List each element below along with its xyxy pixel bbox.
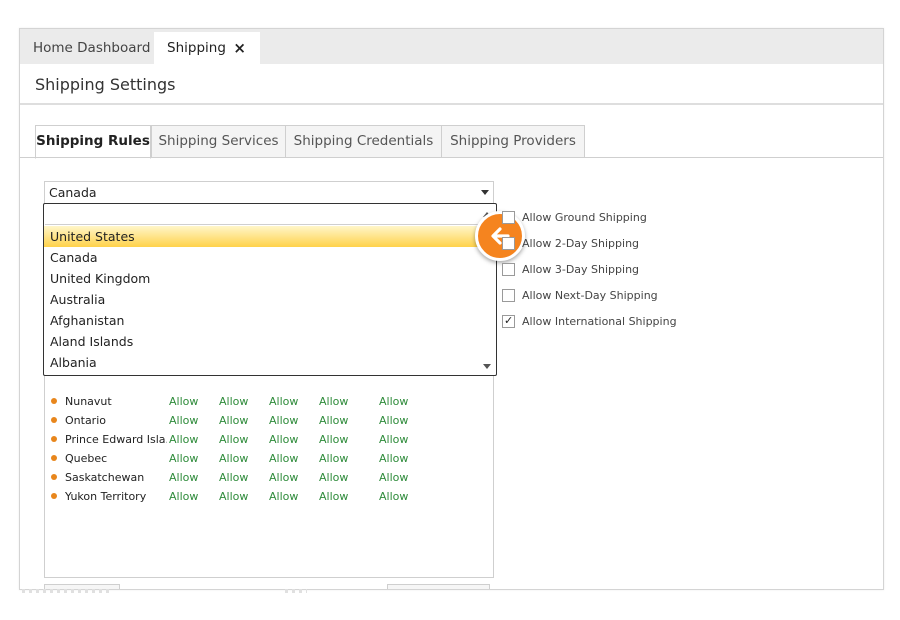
dropdown-filter-field[interactable] [45,206,482,225]
dropdown-option-afghanistan[interactable]: Afghanistan [44,310,484,331]
checkbox-3-day-shipping[interactable] [502,263,515,276]
allow-link[interactable]: Allow [169,490,198,503]
allow-link[interactable]: Allow [219,452,248,465]
allow-link[interactable]: Allow [379,490,408,503]
tab-shipping-credentials[interactable]: Shipping Credentials [285,125,442,158]
option-2-day-shipping: Allow 2-Day Shipping [502,235,722,253]
allow-link[interactable]: Allow [379,395,408,408]
option-label: Allow Ground Shipping [522,211,647,224]
allow-link[interactable]: Allow [319,452,348,465]
tab-label: Home Dashboard [33,40,151,56]
table-row: Saskatchewan Allow Allow Allow Allow Allow [45,469,485,488]
dropdown-option-aland-islands[interactable]: Aland Islands [44,331,484,352]
allow-link[interactable]: Allow [269,414,298,427]
tab-label: Shipping [167,40,226,56]
province-name: Yukon Territory [65,490,147,503]
bullet-icon [51,474,57,480]
chevron-down-icon[interactable] [481,190,489,195]
option-3-day-shipping: Allow 3-Day Shipping [502,261,722,279]
province-name: Saskatchewan [65,471,145,484]
document-tab-bar: Home Dashboard Shipping × [20,29,883,64]
allow-link[interactable]: Allow [379,414,408,427]
allow-link[interactable]: Allow [219,395,248,408]
bullet-icon [51,398,57,404]
option-next-day-shipping: Allow Next-Day Shipping [502,287,722,305]
allow-link[interactable]: Allow [269,471,298,484]
province-name: Prince Edward Isla... [65,433,167,446]
tab-shipping[interactable]: Shipping × [154,32,260,64]
allow-link[interactable]: Allow [219,471,248,484]
table-row: Quebec Allow Allow Allow Allow Allow [45,450,485,469]
table-row: Prince Edward Isla... Allow Allow Allow Allo… [45,431,485,450]
province-name: Ontario [65,414,106,427]
checkbox-international-shipping[interactable] [502,314,515,328]
dropdown-option-australia[interactable]: Australia [44,289,484,310]
scroll-down-icon[interactable] [483,364,491,369]
option-label: Allow International Shipping [522,315,677,328]
dropdown-option-united-states[interactable]: United States [44,226,484,247]
allow-link[interactable]: Allow [379,471,408,484]
tab-shipping-services[interactable]: Shipping Services [151,125,286,158]
allow-link[interactable]: Allow [169,433,198,446]
allow-link[interactable]: Allow [219,490,248,503]
country-dropdown-list[interactable]: United States Canada United Kingdom Aust… [43,203,497,376]
allow-link[interactable]: Allow [319,395,348,408]
allow-link[interactable]: Allow [269,433,298,446]
allow-link[interactable]: Allow [319,433,348,446]
bullet-icon [51,493,57,499]
dropdown-option-albania[interactable]: Albania [44,352,484,373]
table-row: Ontario Allow Allow Allow Allow Allow [45,412,485,431]
option-international-shipping: Allow International Shipping [502,313,722,331]
divider [20,157,883,158]
option-label: Allow 3-Day Shipping [522,263,640,276]
bullet-icon [51,417,57,423]
tab-home-dashboard[interactable]: Home Dashboard [20,32,153,64]
allow-link[interactable]: Allow [379,433,408,446]
checkbox-2-day-shipping[interactable] [502,237,515,250]
table-row: Yukon Territory Allow Allow Allow Allow Allow [45,488,485,507]
allow-link[interactable]: Allow [169,471,198,484]
checkbox-next-day-shipping[interactable] [502,289,515,302]
bullet-icon [51,436,57,442]
province-name: Quebec [65,452,108,465]
shipping-window: Home Dashboard Shipping × Shipping Setti… [19,28,884,590]
footer-fragment [22,589,112,593]
tab-shipping-providers[interactable]: Shipping Providers [441,125,585,158]
allow-link[interactable]: Allow [169,395,198,408]
option-label: Allow Next-Day Shipping [522,289,658,302]
close-icon[interactable]: × [233,32,246,64]
dropdown-option-canada[interactable]: Canada [44,247,484,268]
allow-link[interactable]: Allow [219,414,248,427]
page-title: Shipping Settings [35,75,176,94]
allow-link[interactable]: Allow [269,490,298,503]
option-ground-shipping: Allow Ground Shipping [502,209,722,227]
dropdown-options: United States Canada United Kingdom Aust… [44,226,484,376]
footer-fragment [285,589,307,593]
country-select-value: Canada [49,185,97,200]
allow-link[interactable]: Allow [269,395,298,408]
allow-link[interactable]: Allow [319,490,348,503]
divider [20,103,883,105]
table-row: Nunavut Allow Allow Allow Allow Allow [45,393,485,412]
dropdown-option-united-kingdom[interactable]: United Kingdom [44,268,484,289]
allow-link[interactable]: Allow [319,414,348,427]
grid-button-right[interactable] [387,584,490,589]
allow-link[interactable]: Allow [269,452,298,465]
option-label: Allow 2-Day Shipping [522,237,640,250]
country-select[interactable]: Canada [44,181,494,204]
allow-link[interactable]: Allow [169,452,198,465]
allow-link[interactable]: Allow [379,452,408,465]
checkbox-ground-shipping[interactable] [502,211,515,224]
province-name: Nunavut [65,395,112,408]
allow-link[interactable]: Allow [319,471,348,484]
allow-link[interactable]: Allow [169,414,198,427]
allow-link[interactable]: Allow [219,433,248,446]
tab-shipping-rules[interactable]: Shipping Rules [35,125,151,159]
bullet-icon [51,455,57,461]
